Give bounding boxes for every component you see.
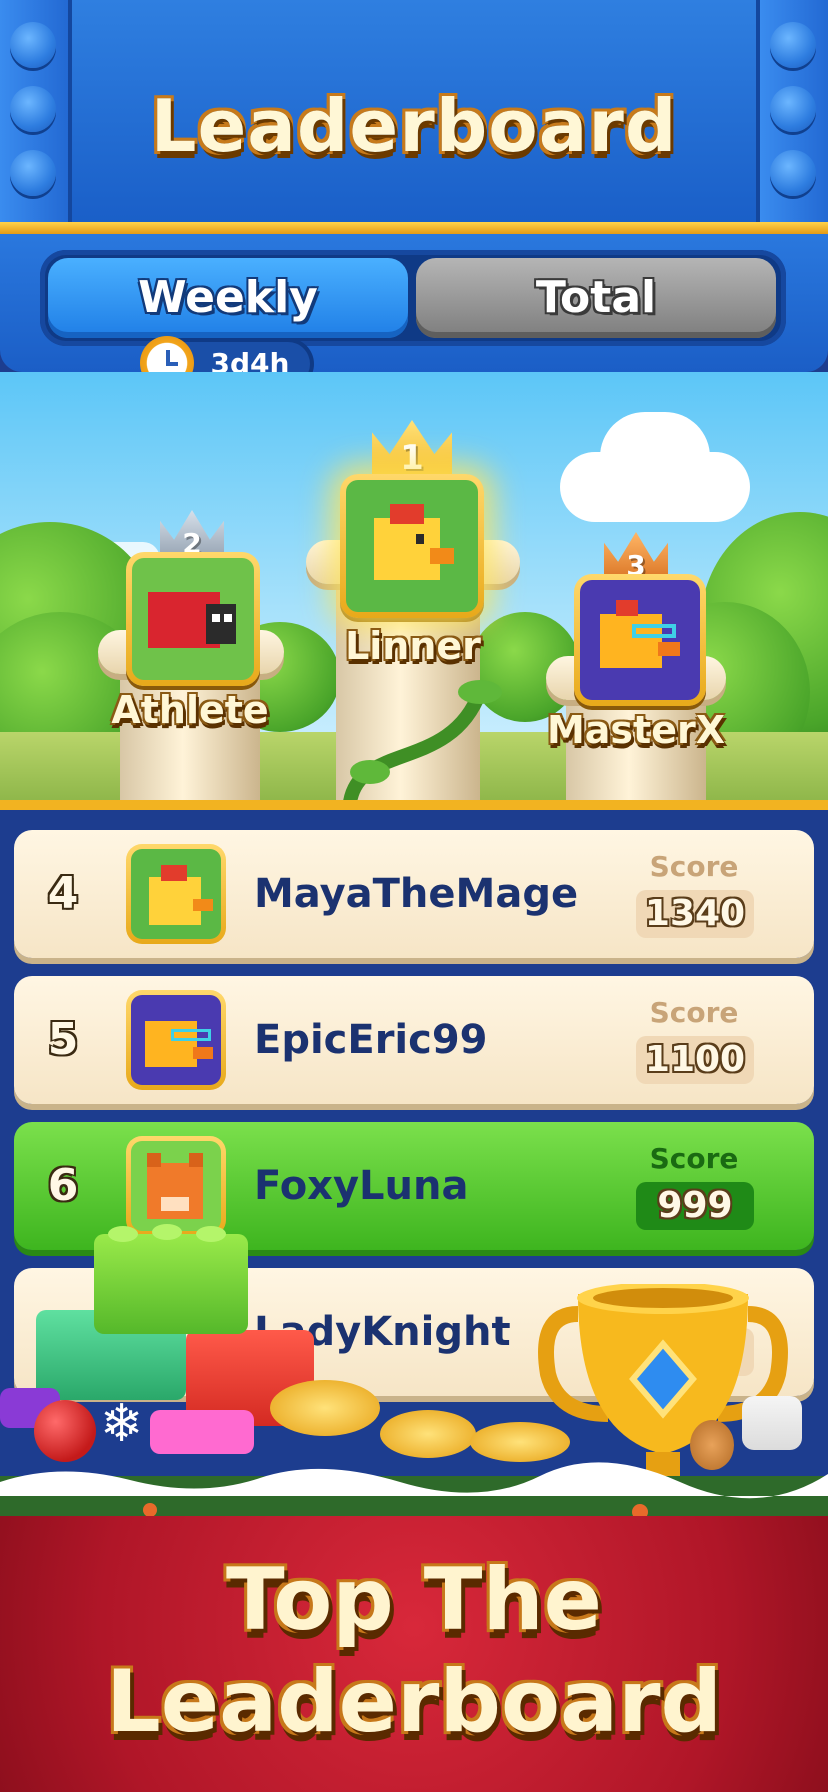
tab-total[interactable]: Total <box>416 258 776 338</box>
score-value: 999 <box>636 1182 754 1230</box>
podium-name-2: Athlete <box>111 688 269 732</box>
podium-rank-1: 1 <box>400 438 424 478</box>
header-bar: Leaderboard <box>0 0 828 228</box>
row-rank: 5 <box>47 1014 79 1065</box>
page-title: Leaderboard <box>150 84 678 168</box>
chick-avatar-icon <box>346 480 478 612</box>
row-avatar <box>126 844 226 944</box>
stud-icon <box>770 22 816 68</box>
player-name: EpicEric99 <box>254 1017 488 1063</box>
vine-decoration <box>343 680 502 800</box>
banner-line-1: Top The <box>225 1550 603 1650</box>
table-row-current-player[interactable]: 6 FoxyLuna Score 999 <box>14 1122 814 1250</box>
score-label: Score <box>649 1288 739 1321</box>
gold-divider <box>0 222 828 234</box>
score-label: Score <box>649 850 739 883</box>
player-name: MayaTheMage <box>254 871 579 917</box>
table-row[interactable]: 5 EpicEric99 Score 1100 <box>14 976 814 1104</box>
fox-avatar-icon <box>131 1141 221 1231</box>
score-value <box>636 1328 754 1376</box>
row-rank: 7 <box>47 1306 79 1357</box>
banner-line-2: Leaderboard <box>105 1652 723 1752</box>
tab-frame: Weekly Total <box>40 250 786 346</box>
row-rank: 6 <box>47 1160 79 1211</box>
promo-banner: Top The Leaderboard <box>0 1516 828 1792</box>
score-value: 1340 <box>636 890 754 938</box>
tab-bar: Weekly Total 3d4h <box>0 234 828 390</box>
podium-scene: 1 Linner 2 Athlete 3 MasterX <box>0 372 828 800</box>
score-value: 1100 <box>636 1036 754 1084</box>
stud-icon <box>10 22 56 68</box>
player-name: FoxyLuna <box>254 1163 469 1209</box>
podium-avatar-1[interactable] <box>340 474 484 618</box>
podium-avatar-3[interactable] <box>574 574 706 706</box>
score-label: Score <box>649 1142 739 1175</box>
score-label: Score <box>649 996 739 1029</box>
player-name: LadyKnight <box>254 1309 511 1355</box>
table-row[interactable]: 4 MayaTheMage Score 1340 <box>14 830 814 958</box>
duck-avatar-icon <box>131 995 221 1085</box>
ladybug-avatar-icon <box>132 558 254 680</box>
duck-avatar-icon <box>580 580 700 700</box>
table-row[interactable]: 7 LadyKnight Score <box>14 1268 814 1396</box>
podium-name-1: Linner <box>345 624 481 668</box>
crown-icon: 1 <box>372 420 452 482</box>
podium-avatar-2[interactable] <box>126 552 260 686</box>
leaderboard-list: 4 MayaTheMage Score 1340 5 EpicEric99 Sc… <box>0 800 828 1510</box>
tab-weekly[interactable]: Weekly <box>48 258 408 338</box>
podium-name-3: MasterX <box>546 708 726 752</box>
cloud <box>600 412 710 502</box>
chick-avatar-icon <box>131 849 221 939</box>
row-avatar <box>126 990 226 1090</box>
row-avatar <box>126 1136 226 1236</box>
row-rank: 4 <box>47 868 79 919</box>
